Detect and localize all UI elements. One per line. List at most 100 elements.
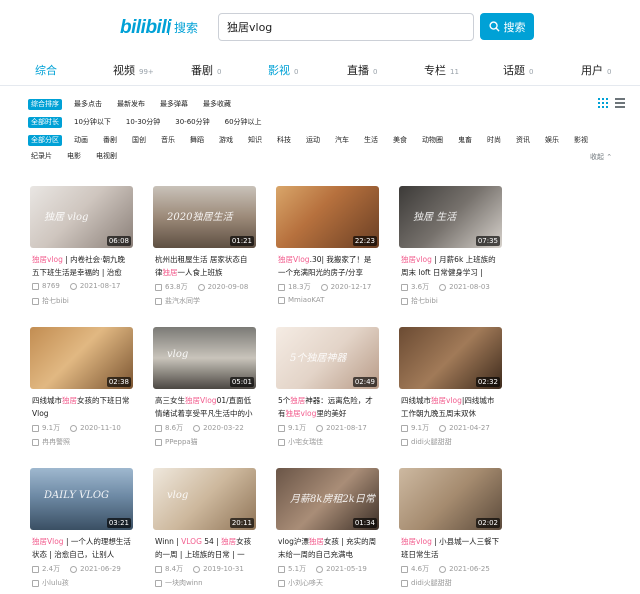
video-title[interactable]: 四线城市独居vlog|四线城市工作朝九晚五周末双休 bbox=[401, 394, 500, 420]
video-card[interactable]: 5个独居神器 02:49 5个独居神器：远离危险，才有独居vlog里的美好 9.1万 2… bbox=[276, 327, 379, 453]
filter-chip[interactable]: 番剧 bbox=[100, 135, 120, 146]
filter-chip[interactable]: 10分钟以下 bbox=[71, 117, 114, 128]
filter-chip[interactable]: 纪录片 bbox=[28, 151, 55, 162]
filter-chip[interactable]: 最新发布 bbox=[114, 99, 148, 110]
video-thumbnail[interactable]: 5个独居神器 02:49 bbox=[276, 327, 379, 389]
video-title[interactable]: Winn | VLOG 54 | 独居女孩的一周 | 上班族的日常 | 一 bbox=[155, 535, 254, 561]
video-card[interactable]: 2020独居生活 01:21 杭州出租屋生活 居家状态自律独居一人食上班族 63.8万… bbox=[153, 186, 256, 312]
video-thumbnail[interactable]: 独居 vlog 06:08 bbox=[30, 186, 133, 248]
video-title[interactable]: vlog沪漂独居女孩 | 充实的周末给一周的自己充满电 bbox=[278, 535, 377, 561]
filter-chip[interactable]: 娱乐 bbox=[542, 135, 562, 146]
filter-chip[interactable]: 动画 bbox=[71, 135, 91, 146]
video-thumbnail[interactable]: 22:23 bbox=[276, 186, 379, 248]
uploader[interactable]: 拾七bibi bbox=[32, 296, 131, 306]
video-thumbnail[interactable]: vlog 20:11 bbox=[153, 468, 256, 530]
filter-chip[interactable]: 运动 bbox=[303, 135, 323, 146]
filter-chip[interactable]: 舞蹈 bbox=[187, 135, 207, 146]
video-title[interactable]: 杭州出租屋生活 居家状态自律独居一人食上班族 bbox=[155, 253, 254, 279]
uploader[interactable]: 小lulu孩 bbox=[32, 578, 131, 588]
video-card[interactable]: 月薪8k房租2k日常 01:34 vlog沪漂独居女孩 | 充实的周末给一周的自己充… bbox=[276, 468, 379, 594]
video-card[interactable]: 22:23 独居Vlog.30| 我搬家了！是一个充满阳光的房子/分享 18.3万 2… bbox=[276, 186, 379, 312]
uploader[interactable]: PPeppa猫 bbox=[155, 437, 254, 447]
uploader-name: 一块肉winn bbox=[165, 579, 203, 587]
filter-chip[interactable]: 全部时长 bbox=[28, 117, 62, 128]
tab-bangumi[interactable]: 番剧 0 bbox=[191, 62, 221, 78]
filter-chip[interactable]: 游戏 bbox=[216, 135, 236, 146]
video-thumbnail[interactable]: 02:02 bbox=[399, 468, 502, 530]
filter-chip[interactable]: 最多弹幕 bbox=[157, 99, 191, 110]
filter-chip[interactable]: 知识 bbox=[245, 135, 265, 146]
uploader[interactable]: 一块肉winn bbox=[155, 578, 254, 588]
filter-chip[interactable]: 动物圈 bbox=[419, 135, 446, 146]
video-thumbnail[interactable]: 独居 生活 07:35 bbox=[399, 186, 502, 248]
video-title[interactable]: 独居Vlog.30| 我搬家了！是一个充满阳光的房子/分享 bbox=[278, 253, 377, 279]
uploader[interactable]: didi火腿甜甜 bbox=[401, 437, 500, 447]
video-title[interactable]: 独居vlog | 内卷社会·朝九晚五下班生活是幸福的 | 治愈 bbox=[32, 253, 131, 279]
tab-article[interactable]: 专栏 11 bbox=[424, 62, 459, 78]
video-title[interactable]: 独居Vlog | 一个人的理想生活状态 | 治愈自己，让别人 bbox=[32, 535, 131, 561]
tab-all[interactable]: 综合 bbox=[35, 62, 57, 78]
video-thumbnail[interactable]: 02:32 bbox=[399, 327, 502, 389]
filter-chip[interactable]: 综合排序 bbox=[28, 99, 62, 110]
video-card[interactable]: 02:02 独居vlog | 小县城一人三餐下班日常生活 4.6万 2021-06-2… bbox=[399, 468, 502, 594]
video-card[interactable]: DAILY VLOG 03:21 独居Vlog | 一个人的理想生活状态 | 治愈自… bbox=[30, 468, 133, 594]
uploader[interactable]: MmiaoKAT bbox=[278, 296, 377, 304]
filter-chip[interactable]: 美食 bbox=[390, 135, 410, 146]
filter-chip[interactable]: 最多点击 bbox=[71, 99, 105, 110]
filter-chip[interactable]: 全部分区 bbox=[28, 135, 62, 146]
video-title[interactable]: 独居vlog | 小县城一人三餐下班日常生活 bbox=[401, 535, 500, 561]
video-card[interactable]: 独居 生活 07:35 独居vlog | 月薪6k 上班族的周末 loft 日常健身… bbox=[399, 186, 502, 312]
uploader[interactable]: 盐汽水同学 bbox=[155, 296, 254, 306]
tab-film[interactable]: 影视 0 bbox=[268, 62, 298, 78]
video-thumbnail[interactable]: vlog 05:01 bbox=[153, 327, 256, 389]
clock-icon bbox=[69, 282, 77, 290]
video-title[interactable]: 高三女生独居Vlog01/直面低情绪试着享受平凡生活中的小 bbox=[155, 394, 254, 420]
uploader[interactable]: didi火腿甜甜 bbox=[401, 578, 500, 588]
filter-chip[interactable]: 电视剧 bbox=[93, 151, 120, 162]
video-thumbnail[interactable]: 2020独居生活 01:21 bbox=[153, 186, 256, 248]
tab-live[interactable]: 直播 0 bbox=[347, 62, 377, 78]
filter-chip[interactable]: 科技 bbox=[274, 135, 294, 146]
filter-chip[interactable]: 汽车 bbox=[332, 135, 352, 146]
collapse-button[interactable]: 收起 ⌃ bbox=[590, 152, 612, 162]
uploader[interactable]: 小刘心哆天 bbox=[278, 578, 377, 588]
publish-date: 2020-09-08 bbox=[207, 283, 249, 291]
list-view-icon[interactable] bbox=[615, 98, 625, 108]
uploader[interactable]: 冉冉警照 bbox=[32, 437, 131, 447]
video-card[interactable]: 02:32 四线城市独居vlog|四线城市工作朝九晚五周末双休 9.1万 2021-0… bbox=[399, 327, 502, 453]
filter-chip[interactable]: 生活 bbox=[361, 135, 381, 146]
filter-chip[interactable]: 鬼畜 bbox=[455, 135, 475, 146]
filter-chip[interactable]: 音乐 bbox=[158, 135, 178, 146]
uploader[interactable]: 拾七bibi bbox=[401, 296, 500, 306]
video-thumbnail[interactable]: 月薪8k房租2k日常 01:34 bbox=[276, 468, 379, 530]
video-title[interactable]: 5个独居神器：远离危险，才有独居vlog里的美好 bbox=[278, 394, 377, 420]
video-card[interactable]: vlog 20:11 Winn | VLOG 54 | 独居女孩的一周 | 上班族的… bbox=[153, 468, 256, 594]
filter-chip[interactable]: 10-30分钟 bbox=[123, 117, 163, 128]
filter-chip[interactable]: 影视 bbox=[571, 135, 591, 146]
grid-view-icon[interactable] bbox=[598, 98, 608, 108]
uploader[interactable]: 小宅女瑞佳 bbox=[278, 437, 377, 447]
tab-video[interactable]: 视频 99+ bbox=[113, 62, 154, 78]
bilibili-logo[interactable]: bilibili bbox=[120, 17, 171, 39]
tab-count: 11 bbox=[450, 68, 459, 76]
video-duration: 02:38 bbox=[106, 377, 131, 387]
filter-chip[interactable]: 国创 bbox=[129, 135, 149, 146]
filter-chip[interactable]: 时尚 bbox=[484, 135, 504, 146]
filter-chip[interactable]: 最多收藏 bbox=[200, 99, 234, 110]
video-card[interactable]: 独居 vlog 06:08 独居vlog | 内卷社会·朝九晚五下班生活是幸福的 |… bbox=[30, 186, 133, 312]
video-title[interactable]: 独居vlog | 月薪6k 上班族的周末 loft 日常健身学习 | bbox=[401, 253, 500, 279]
filter-chip[interactable]: 资讯 bbox=[513, 135, 533, 146]
search-button[interactable]: 搜索 bbox=[480, 13, 534, 40]
filter-chip[interactable]: 60分钟以上 bbox=[222, 117, 265, 128]
publish-date: 2021-05-19 bbox=[326, 565, 367, 573]
video-title[interactable]: 四线城市独居女孩的下班日常Vlog bbox=[32, 394, 131, 420]
video-card[interactable]: vlog 05:01 高三女生独居Vlog01/直面低情绪试着享受平凡生活中的小 8.… bbox=[153, 327, 256, 453]
filter-chip[interactable]: 30-60分钟 bbox=[172, 117, 212, 128]
video-card[interactable]: 02:38 四线城市独居女孩的下班日常Vlog 9.1万 2020-11-10 冉冉警照 bbox=[30, 327, 133, 453]
search-input[interactable]: 独居vlog bbox=[218, 13, 474, 41]
filter-chip[interactable]: 电影 bbox=[64, 151, 84, 162]
tab-user[interactable]: 用户 0 bbox=[581, 62, 611, 78]
video-thumbnail[interactable]: DAILY VLOG 03:21 bbox=[30, 468, 133, 530]
tab-topic[interactable]: 话题 0 bbox=[503, 62, 533, 78]
video-thumbnail[interactable]: 02:38 bbox=[30, 327, 133, 389]
